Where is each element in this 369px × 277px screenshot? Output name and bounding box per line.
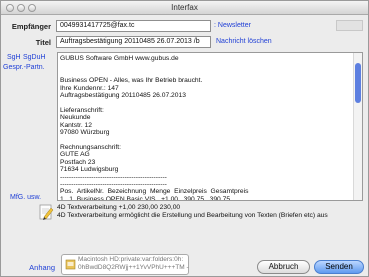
- message-line: Pos. ArtikelNr. Bezeichnung Menge Einzel…: [60, 188, 249, 196]
- message-line: GUBUS Software GmbH www.gubus.de: [60, 55, 179, 62]
- message-text[interactable]: GUBUS Software GmbH www.gubus.de Busines…: [60, 55, 352, 201]
- message-line: Neukunde: [60, 114, 91, 122]
- title-bar: Interfax: [1, 1, 368, 15]
- message-line: Business OPEN - Alles, was Ihr Betrieb b…: [60, 77, 203, 85]
- message-body[interactable]: GUBUS Software GmbH www.gubus.de Busines…: [57, 52, 363, 201]
- sgduh-link[interactable]: SgDuH: [23, 54, 46, 61]
- message-line: ----------------------------------------…: [60, 180, 167, 188]
- nachricht-loeschen-link[interactable]: Nachricht löschen: [216, 38, 272, 45]
- attachment-file-icon: [65, 259, 76, 270]
- message-line: 1 1 Business OPEN Basic VIS +1,00 390,75…: [60, 195, 231, 201]
- scroll-thumb[interactable]: [355, 63, 361, 103]
- message-line: ----------------------------------------…: [60, 173, 167, 181]
- anhang-label[interactable]: Anhang: [23, 263, 55, 272]
- newsletter-link[interactable]: : Newsletter: [214, 22, 251, 29]
- message-line: Lieferanschrift:: [60, 106, 104, 114]
- message-line: Rechnungsanschrift:: [60, 143, 121, 151]
- attachment-path-line2: 0hBwdD8Q2RWjj++1YvVPhU+++TM -: [78, 264, 189, 271]
- gespraechspartner-link[interactable]: Gespr.-Partn.: [3, 64, 45, 71]
- senden-button[interactable]: Senden: [314, 260, 364, 274]
- attachment-field[interactable]: Macintosh HD:private:var:folders:0h: 0hB…: [61, 254, 189, 275]
- sgh-link[interactable]: SgH: [7, 54, 21, 61]
- message-line: Ihre Kundennr.: 147: [60, 84, 119, 92]
- message-line: 71634 Ludwigsburg: [60, 166, 119, 174]
- message-line: GUTE AG: [60, 151, 90, 159]
- empfaenger-label: Empfänger: [11, 22, 51, 31]
- message-scrollbar[interactable]: [353, 53, 362, 200]
- interfax-window: Interfax Empfänger 0049931417725@fax.tc …: [0, 0, 369, 277]
- mfg-link[interactable]: MfG. usw.: [10, 194, 41, 201]
- message-line: [60, 70, 352, 77]
- pencil-document-icon: [38, 203, 54, 221]
- message-line: Auftragsbestätigung 20110485 26.07.2013: [60, 92, 186, 100]
- message-line: Postfach 23: [60, 158, 96, 166]
- header-empty-box: [336, 20, 363, 31]
- message-line: [60, 136, 352, 143]
- abbruch-button[interactable]: Abbruch: [257, 260, 310, 274]
- item2-line1: 4D Textverarbeitung +1,00 230,00 230,00: [57, 204, 181, 211]
- message-line: Kantstr. 12: [60, 121, 92, 129]
- message-line: [60, 99, 352, 106]
- titel-label: Titel: [35, 38, 51, 47]
- attachment-path-line1: Macintosh HD:private:var:folders:0h:: [78, 256, 184, 263]
- message-line: 97080 Würzburg: [60, 129, 110, 137]
- message-line: [60, 62, 352, 69]
- window-title: Interfax: [171, 3, 198, 12]
- item2-line2: 4D Textverarbeitung ermöglicht die Erste…: [57, 212, 328, 219]
- titel-field[interactable]: Auftragsbestätigung 20110485 26.07.2013 …: [56, 36, 211, 48]
- empfaenger-field[interactable]: 0049931417725@fax.tc: [56, 20, 211, 32]
